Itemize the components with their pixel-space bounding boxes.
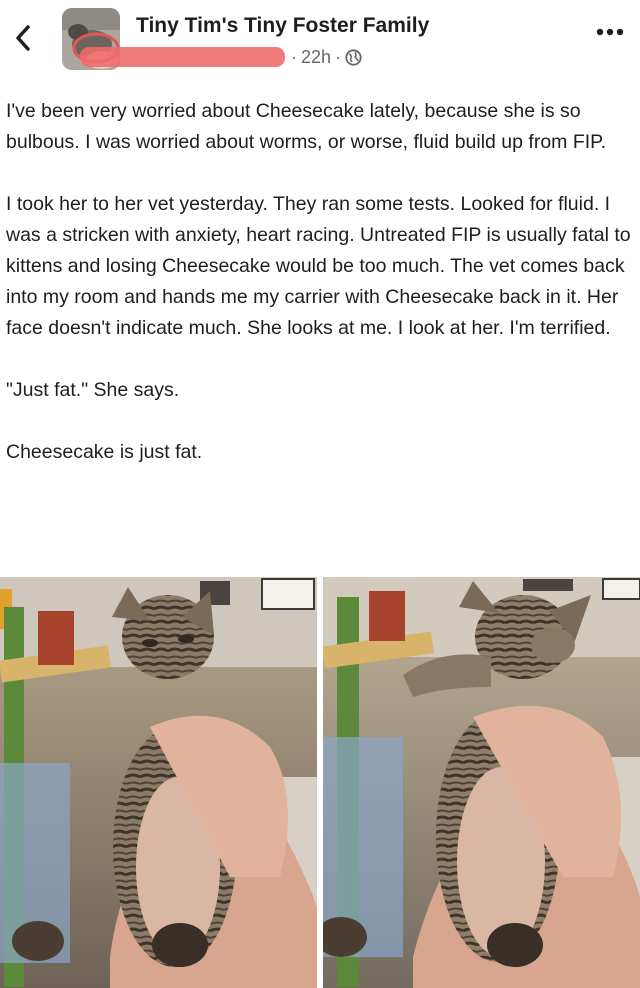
post-header: Tiny Tim's Tiny Foster Family · 22h · (0, 0, 640, 86)
post-paragraph: I took her to her vet yesterday. They ra… (6, 193, 631, 339)
more-options-icon (596, 28, 624, 36)
group-name[interactable]: Tiny Tim's Tiny Foster Family (136, 14, 429, 38)
post-paragraph: "Just fat." She says. (6, 379, 180, 401)
back-button[interactable] (8, 18, 38, 58)
post-body: I've been very worried about Cheesecake … (6, 96, 634, 499)
globe-icon (345, 48, 362, 66)
more-options-button[interactable] (592, 18, 628, 46)
photo-grid (0, 577, 640, 988)
kitten-photo-2[interactable] (323, 577, 640, 988)
redacted-author (80, 47, 285, 67)
kitten-photo-1[interactable] (0, 577, 317, 988)
post-paragraph: I've been very worried about Cheesecake … (6, 100, 607, 153)
back-chevron-icon (16, 25, 30, 51)
post-paragraph: Cheesecake is just fat. (6, 441, 203, 463)
post-time[interactable]: 22h (301, 47, 331, 68)
meta-dot-2: · (335, 46, 342, 67)
meta-dot: · (291, 46, 297, 67)
post-meta: · 22h · (80, 44, 362, 70)
